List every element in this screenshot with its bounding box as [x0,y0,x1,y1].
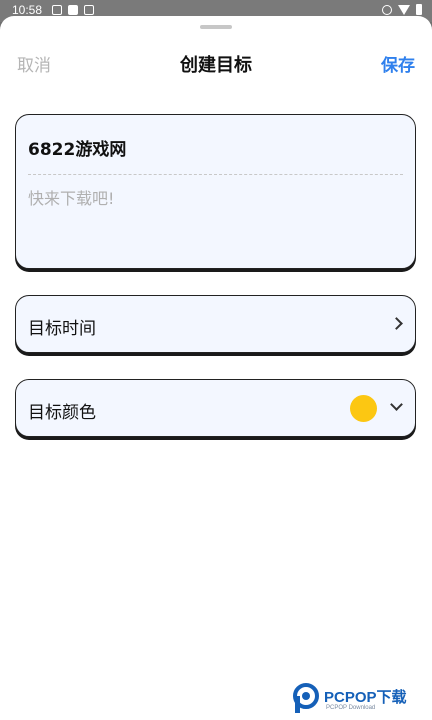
goal-card: 6822游戏网 快来下载吧! [15,114,416,269]
goal-color-label: 目标颜色 [28,403,96,423]
wifi-icon [398,4,410,15]
dnd-icon [382,4,392,15]
page-title: 创建目标 [180,55,252,76]
selected-color-swatch[interactable] [350,395,377,422]
goal-color-row[interactable]: 目标颜色 [15,379,416,437]
goal-time-row[interactable]: 目标时间 [15,295,416,353]
watermark-brand: PCPOP下载 [324,689,407,706]
image-icon [52,5,62,15]
watermark: PCPOP下载 PCPOP Download [290,680,432,720]
goal-description-input[interactable]: 快来下载吧! [28,185,114,209]
bottom-sheet: 取消 创建目标 保存 6822游戏网 快来下载吧! 目标时间 目标颜色 [0,16,432,720]
save-button[interactable]: 保存 [381,51,415,76]
status-time: 10:58 [12,3,43,17]
goal-name-input[interactable]: 6822游戏网 [28,135,126,160]
pcpop-logo-icon [293,683,319,713]
chevron-right-icon [390,317,403,330]
watermark-sub: PCPOP Download [326,705,376,711]
app-icon-2 [84,5,94,15]
status-icons-right [382,4,422,15]
app-icon [68,5,78,15]
dashed-divider [28,174,403,175]
drag-handle[interactable] [200,25,232,29]
chevron-down-icon [390,398,403,411]
cancel-button[interactable]: 取消 [17,51,51,76]
battery-icon [416,4,422,15]
status-icons-left [52,5,94,15]
goal-time-label: 目标时间 [28,319,96,339]
